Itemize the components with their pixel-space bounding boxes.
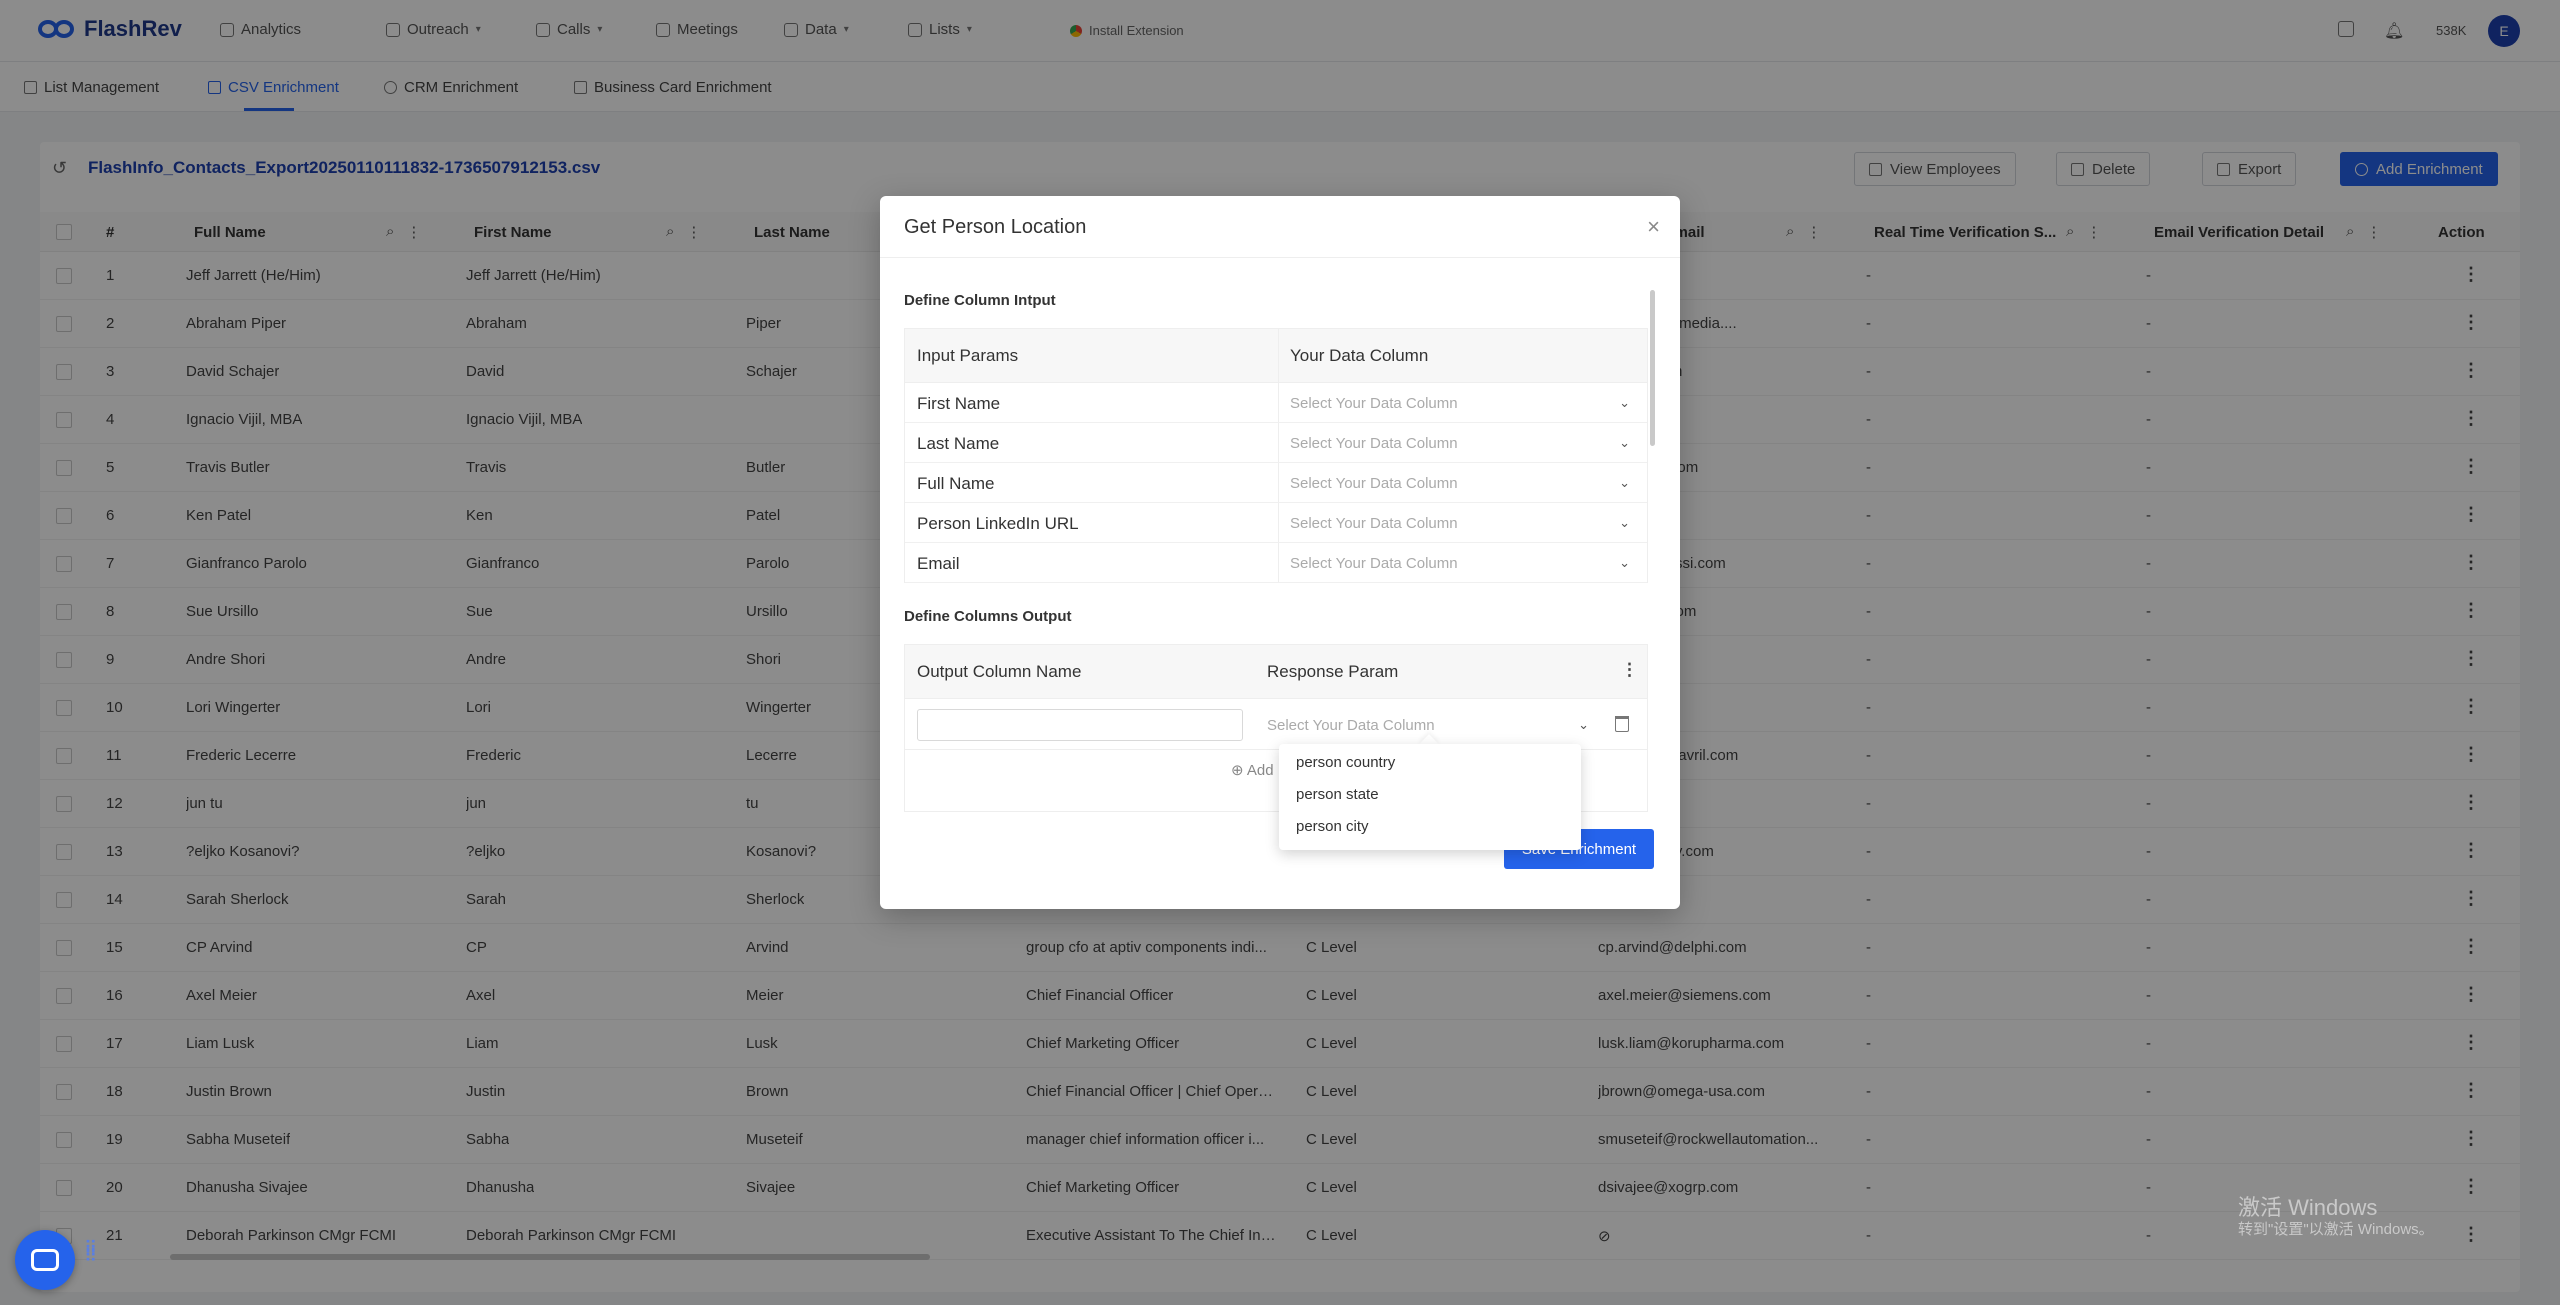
data-column-select[interactable]: Select Your Data Column ⌄ — [1290, 543, 1630, 583]
column-divider — [1278, 423, 1279, 462]
output-column-name-header: Output Column Name — [917, 662, 1082, 681]
column-divider — [1278, 463, 1279, 502]
input-params-header: Input Params — [917, 346, 1019, 365]
drag-handle-icon[interactable]: ⠿ ⠿ — [84, 1239, 97, 1274]
data-column-select[interactable]: Select Your Data Column ⌄ — [1290, 503, 1630, 543]
input-param-label: Full Name — [917, 474, 995, 493]
select-placeholder: Select Your Data Column — [1290, 434, 1458, 452]
response-param-dropdown: person country person state person city — [1279, 744, 1581, 850]
input-param-row: Last Name Select Your Data Column ⌄ — [905, 423, 1647, 463]
input-section-title: Define Column Intput — [904, 292, 1056, 309]
input-param-label: Email — [917, 554, 960, 573]
chevron-down-icon: ⌄ — [1619, 475, 1630, 490]
data-column-select[interactable]: Select Your Data Column ⌄ — [1290, 383, 1630, 423]
input-params-table: Input Params Your Data Column First Name… — [904, 328, 1648, 583]
chevron-down-icon: ⌄ — [1578, 717, 1589, 732]
input-param-label: First Name — [917, 394, 1001, 413]
modal-title: Get Person Location — [904, 216, 1087, 238]
column-divider — [1278, 383, 1279, 422]
input-table-header: Input Params Your Data Column — [905, 329, 1647, 383]
data-column-select[interactable]: Select Your Data Column ⌄ — [1290, 463, 1630, 503]
column-divider — [1278, 543, 1279, 582]
data-column-select[interactable]: Select Your Data Column ⌄ — [1290, 423, 1630, 463]
more-icon[interactable]: ⋮ — [1621, 660, 1638, 680]
select-placeholder: Select Your Data Column — [1267, 716, 1435, 734]
select-placeholder: Select Your Data Column — [1290, 394, 1458, 412]
chat-bubble-icon — [31, 1249, 59, 1271]
input-param-row: First Name Select Your Data Column ⌄ — [905, 383, 1647, 423]
input-param-row: Person LinkedIn URL Select Your Data Colu… — [905, 503, 1647, 543]
option-person-state[interactable]: person state — [1296, 786, 1379, 803]
input-param-row: Email Select Your Data Column ⌄ — [905, 543, 1647, 583]
select-placeholder: Select Your Data Column — [1290, 514, 1458, 532]
input-param-label: Person LinkedIn URL — [917, 514, 1079, 533]
select-placeholder: Select Your Data Column — [1290, 474, 1458, 492]
modal-header: Get Person Location × — [880, 196, 1680, 258]
select-placeholder: Select Your Data Column — [1290, 554, 1458, 572]
chevron-down-icon: ⌄ — [1619, 555, 1630, 570]
column-divider — [1278, 329, 1279, 383]
chevron-down-icon: ⌄ — [1619, 435, 1630, 450]
option-person-city[interactable]: person city — [1296, 818, 1369, 835]
response-param-header: Response Param — [1267, 662, 1399, 681]
option-person-country[interactable]: person country — [1296, 754, 1395, 771]
add-label: Add — [1246, 762, 1274, 779]
input-param-row: Full Name Select Your Data Column ⌄ — [905, 463, 1647, 503]
add-output-button[interactable]: ⊕ Add — [1231, 761, 1274, 779]
output-table-header: Output Column Name Response Param ⋮ — [905, 645, 1647, 699]
trash-icon[interactable] — [1615, 716, 1629, 732]
chevron-down-icon: ⌄ — [1619, 515, 1630, 530]
modal-scrollbar[interactable] — [1650, 290, 1655, 446]
chat-support-button[interactable] — [15, 1230, 75, 1290]
chevron-down-icon: ⌄ — [1619, 395, 1630, 410]
close-icon[interactable]: × — [1647, 214, 1660, 240]
column-divider — [1278, 503, 1279, 542]
data-column-header: Your Data Column — [1290, 346, 1429, 365]
input-param-label: Last Name — [917, 434, 1000, 453]
output-section-title: Define Columns Output — [904, 608, 1072, 625]
output-column-name-input[interactable] — [917, 709, 1243, 741]
windows-activation-subtitle: 转到"设置"以激活 Windows。 — [2238, 1221, 2434, 1238]
